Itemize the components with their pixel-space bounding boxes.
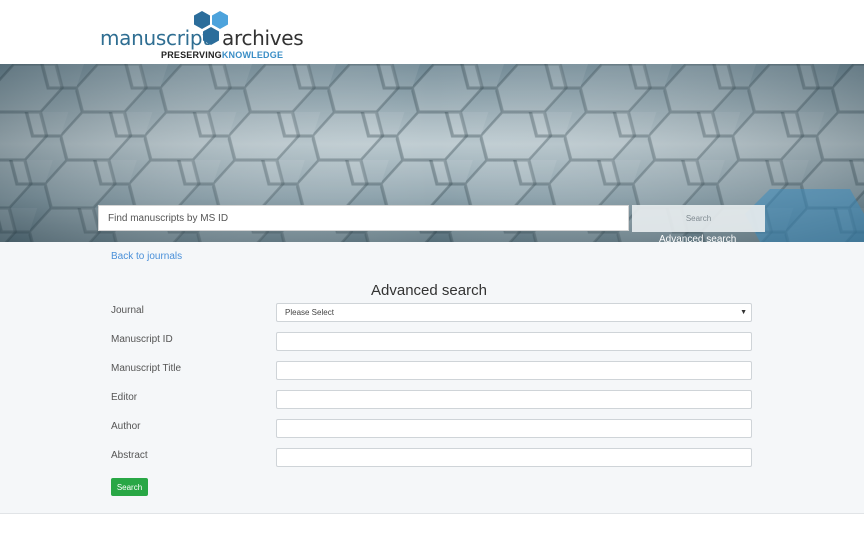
search-button[interactable]: Search [111, 478, 148, 496]
logo-word-archives: archives [222, 26, 304, 50]
author-label: Author [111, 421, 141, 432]
tagline-knowledge: KNOWLEDGE [221, 50, 284, 60]
page-title: Advanced search [371, 282, 487, 299]
abstract-label: Abstract [111, 450, 148, 461]
author-field[interactable] [276, 419, 752, 438]
tagline-preserving: PRESERVING [161, 50, 222, 60]
hero-banner: Search Advanced search [0, 64, 864, 242]
editor-field[interactable] [276, 390, 752, 409]
editor-label: Editor [111, 392, 138, 403]
manuscript-title-label: Manuscript Title [111, 363, 182, 374]
logo-tagline: PRESERVINGKNOWLEDGE [161, 50, 283, 60]
abstract-field[interactable] [276, 448, 752, 467]
manuscript-id-label: Manuscript ID [111, 334, 173, 345]
site-header: manuscript archives PRESERVINGKNOWLEDGE [0, 0, 864, 64]
manuscript-id-field[interactable] [276, 332, 752, 351]
journal-select[interactable]: Please Select ▼ [276, 303, 752, 322]
manuscript-title-field[interactable] [276, 361, 752, 380]
advanced-search-link[interactable]: Advanced search [659, 234, 736, 242]
journal-select-value: Please Select [285, 308, 334, 317]
advanced-search-section: Back to journals Advanced search Journal… [0, 242, 864, 514]
manuscript-id-search-input[interactable] [98, 205, 629, 231]
back-to-journals-link[interactable]: Back to journals [111, 251, 182, 262]
site-logo[interactable]: manuscript archives PRESERVINGKNOWLEDGE [100, 8, 304, 62]
caret-down-icon: ▼ [740, 309, 747, 316]
hero-search-button[interactable]: Search [632, 205, 765, 232]
journal-label: Journal [111, 305, 144, 316]
